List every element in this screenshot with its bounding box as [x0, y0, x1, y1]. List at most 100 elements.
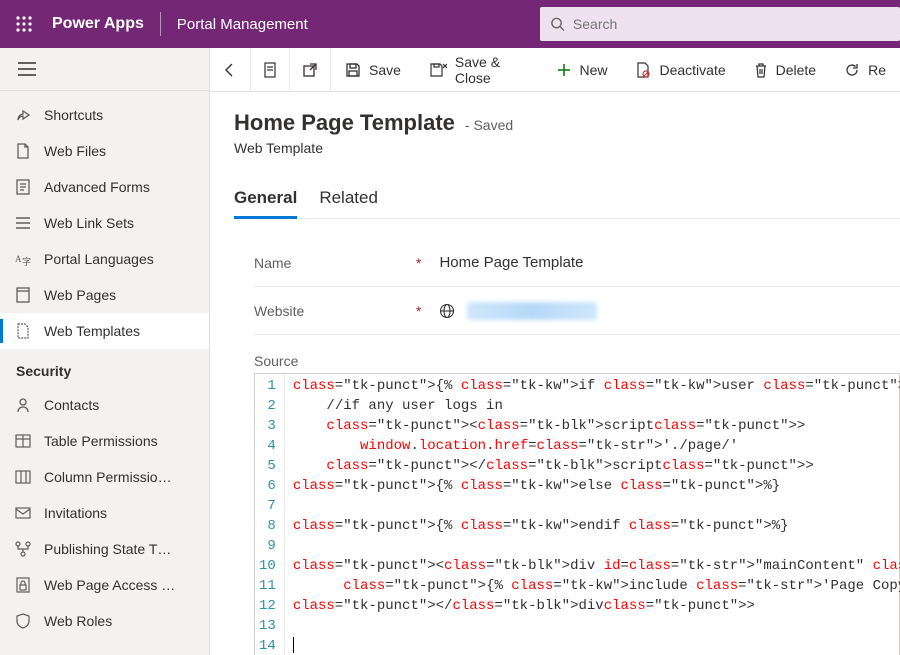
nav-item-column-permissions[interactable]: Column Permissio…	[0, 459, 209, 495]
nav-label: Web Pages	[44, 287, 116, 303]
cmd-label: Delete	[776, 62, 816, 78]
column-perm-icon	[14, 470, 32, 484]
cmd-label: Save	[369, 62, 401, 78]
nav-label: Web Page Access …	[44, 577, 175, 593]
mail-icon	[14, 507, 32, 519]
cmd-label: Save & Close	[455, 54, 530, 86]
record-title: Home Page Template	[234, 110, 455, 136]
nav-label: Publishing State T…	[44, 541, 171, 557]
field-value-website-redacted	[467, 302, 597, 320]
source-code-editor[interactable]: 1234567891011121314 class="tk-punct">{% …	[254, 373, 900, 655]
hamburger-icon	[18, 62, 36, 76]
record-entity: Web Template	[234, 140, 900, 156]
back-button[interactable]	[210, 48, 251, 91]
save-close-icon	[429, 62, 447, 78]
search-wrap	[540, 0, 900, 48]
required-indicator: *	[416, 303, 421, 319]
nav-item-invitations[interactable]: Invitations	[0, 495, 209, 531]
refresh-icon	[844, 62, 860, 78]
shortcut-icon	[14, 107, 32, 123]
delete-button[interactable]: Delete	[740, 48, 830, 91]
command-bar: Save Save & Close New Deactivate Delete …	[210, 48, 900, 92]
environment-name: Portal Management	[161, 16, 324, 33]
flow-icon	[14, 541, 32, 557]
form-selector-button[interactable]	[251, 48, 290, 91]
save-close-button[interactable]: Save & Close	[415, 48, 544, 91]
waffle-icon	[16, 16, 32, 32]
global-search[interactable]	[540, 7, 900, 41]
save-icon	[345, 62, 361, 78]
nav-label: Web Files	[44, 143, 106, 159]
nav-item-web-page-access[interactable]: Web Page Access …	[0, 567, 209, 603]
search-icon	[550, 16, 565, 32]
nav-item-web-files[interactable]: Web Files	[0, 133, 209, 169]
template-icon	[14, 323, 32, 339]
field-label: Name	[254, 255, 414, 271]
nav-label: Web Roles	[44, 613, 112, 629]
nav-item-web-templates[interactable]: Web Templates	[0, 313, 209, 349]
nav-label: Table Permissions	[44, 433, 158, 449]
new-button[interactable]: New	[543, 48, 621, 91]
nav-label: Advanced Forms	[44, 179, 150, 195]
nav-item-table-permissions[interactable]: Table Permissions	[0, 423, 209, 459]
nav-item-advanced-forms[interactable]: Advanced Forms	[0, 169, 209, 205]
trash-icon	[754, 62, 768, 78]
nav-item-web-link-sets[interactable]: Web Link Sets	[0, 205, 209, 241]
record-status: - Saved	[465, 117, 513, 133]
refresh-button[interactable]: Re	[830, 48, 900, 91]
page-icon	[14, 287, 32, 303]
search-input[interactable]	[573, 16, 890, 32]
list-icon	[14, 216, 32, 230]
nav-item-publishing-states[interactable]: Publishing State T…	[0, 531, 209, 567]
main-content: Save Save & Close New Deactivate Delete …	[210, 48, 900, 655]
globe-icon	[439, 303, 455, 319]
deactivate-button[interactable]: Deactivate	[621, 48, 739, 91]
nav-item-portal-languages[interactable]: A字 Portal Languages	[0, 241, 209, 277]
svg-text:A: A	[15, 254, 22, 264]
nav-item-shortcuts[interactable]: Shortcuts	[0, 97, 209, 133]
language-icon: A字	[14, 251, 32, 267]
cmd-label: Deactivate	[659, 62, 725, 78]
nav-label: Web Templates	[44, 323, 140, 339]
field-value-name: Home Page Template	[439, 254, 583, 271]
app-name: Power Apps	[48, 15, 160, 33]
nav-section-security: Security	[0, 349, 209, 387]
left-nav: Shortcuts Web Files Advanced Forms Web L…	[0, 48, 210, 655]
nav-label: Invitations	[44, 505, 107, 521]
nav-label: Column Permissio…	[44, 469, 172, 485]
tab-related[interactable]: Related	[319, 180, 378, 218]
line-numbers: 1234567891011121314	[255, 374, 285, 655]
svg-text:字: 字	[22, 256, 31, 267]
field-name[interactable]: Name * Home Page Template	[254, 239, 900, 287]
cmd-label: Re	[868, 62, 886, 78]
plus-icon	[557, 63, 571, 77]
file-icon	[14, 143, 32, 159]
form-tabs: General Related	[234, 180, 900, 219]
nav-toggle-button[interactable]	[0, 48, 209, 91]
field-label: Website	[254, 303, 414, 319]
popout-icon	[302, 62, 318, 78]
back-arrow-icon	[222, 62, 238, 78]
nav-item-contacts[interactable]: Contacts	[0, 387, 209, 423]
nav-label: Contacts	[44, 397, 99, 413]
table-perm-icon	[14, 434, 32, 448]
nav-item-web-pages[interactable]: Web Pages	[0, 277, 209, 313]
tab-general[interactable]: General	[234, 180, 297, 219]
top-app-bar: Power Apps Portal Management	[0, 0, 900, 48]
save-button[interactable]: Save	[331, 48, 415, 91]
required-indicator: *	[416, 255, 421, 271]
form-icon	[14, 179, 32, 195]
nav-item-web-roles[interactable]: Web Roles	[0, 603, 209, 639]
person-icon	[14, 397, 32, 413]
cmd-label: New	[579, 62, 607, 78]
nav-label: Portal Languages	[44, 251, 154, 267]
shield-icon	[14, 613, 32, 629]
nav-label: Shortcuts	[44, 107, 103, 123]
app-launcher-button[interactable]	[0, 0, 48, 48]
code-content[interactable]: class="tk-punct">{% class="tk-kw">if cla…	[285, 374, 900, 655]
lock-page-icon	[14, 577, 32, 593]
nav-label: Web Link Sets	[44, 215, 134, 231]
active-indicator	[0, 319, 3, 343]
field-website[interactable]: Website *	[254, 287, 900, 335]
popout-button[interactable]	[290, 48, 331, 91]
